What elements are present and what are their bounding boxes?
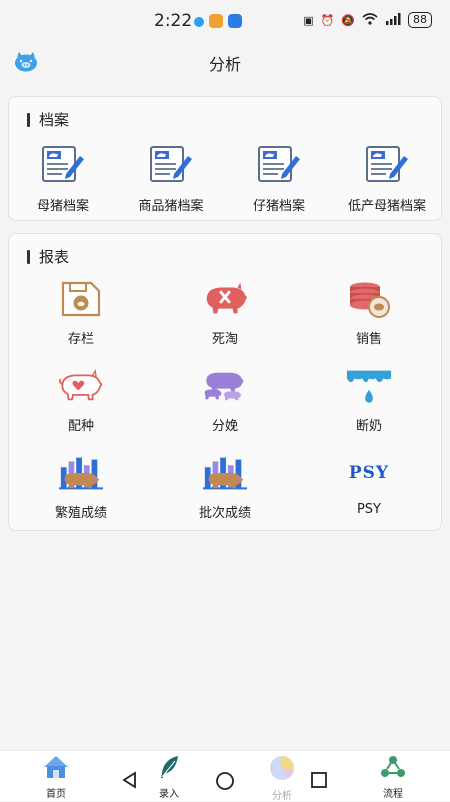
report-row: 存栏 死淘 销售 [9,278,441,347]
report-item-label: 分娩 [211,419,238,434]
weaning-icon [345,365,393,407]
report-item-label: 死淘 [211,332,238,347]
report-item-label: 存栏 [67,332,94,347]
report-section-header: 报表 [27,246,69,267]
process-icon [380,755,406,783]
wifi-icon [362,12,378,28]
sow-file-icon [39,143,87,185]
system-back-icon[interactable] [121,771,139,793]
report-item-batch-performance[interactable]: 批次成绩 [153,452,297,521]
status-icons: ▣ ⏰ 🔕 88 [303,12,432,28]
sales-icon [345,278,393,320]
section-marker [27,249,30,264]
nav-item-analysis[interactable]: 分析 [252,755,312,802]
alarm-icon: ⏰ [320,13,335,27]
report-item-label: 批次成绩 [198,506,251,521]
nav-label: 首页 [46,789,66,800]
home-icon [43,755,69,783]
archive-item-label: 仔猪档案 [252,199,305,214]
batch-performance-icon [201,452,249,494]
archive-section-header: 档案 [27,109,69,130]
pig-logo-icon[interactable] [13,51,39,73]
report-item-psy[interactable]: PSY PSY [297,452,441,521]
report-item-inventory[interactable]: 存栏 [9,278,153,347]
archive-card: 档案 母猪档案 商品猪档案 仔猪档案 低产母猪档案 [8,96,442,221]
piglet-file-icon [255,143,303,185]
archive-section-title: 档案 [39,111,70,129]
status-time: 2:22 [154,11,193,31]
notification-app-icon [209,14,223,28]
notification-app-icon [228,14,242,28]
report-section-title: 报表 [39,248,70,266]
report-row: 繁殖成绩 批次成绩 PSY PSY [9,452,441,521]
feather-icon [156,755,182,783]
report-item-farrowing[interactable]: 分娩 [153,365,297,434]
report-item-label: 断奶 [355,419,382,434]
psy-icon: PSY [345,452,393,494]
bottom-navigation: 首页 录入 分析 流程 [0,750,450,802]
reproduction-performance-icon [57,452,105,494]
archive-item-commercial-pig[interactable]: 商品猪档案 [117,143,225,214]
archive-item-piglet[interactable]: 仔猪档案 [225,143,333,214]
nav-label: 流程 [383,789,403,800]
battery-indicator: 88 [408,12,432,28]
system-home-icon[interactable] [215,771,235,795]
report-row: 配种 分娩 断奶 [9,365,441,434]
report-item-reproduction-performance[interactable]: 繁殖成绩 [9,452,153,521]
report-item-label: 配种 [67,419,94,434]
nav-item-entry[interactable]: 录入 [139,755,199,800]
archive-item-label: 母猪档案 [36,199,89,214]
nav-label: 录入 [159,789,179,800]
section-marker [27,112,30,127]
nav-item-process[interactable]: 流程 [363,755,423,800]
mute-icon: 🔕 [341,13,355,27]
app-bar: 分析 [0,42,450,84]
report-item-label: 繁殖成绩 [54,506,107,521]
status-bar: 2:22 ▣ ⏰ 🔕 88 [0,0,450,42]
system-recents-icon[interactable] [310,771,328,793]
report-item-label: PSY [356,502,381,517]
farrowing-icon [201,365,249,407]
report-item-weaning[interactable]: 断奶 [297,365,441,434]
psy-icon-text: PSY [348,463,390,483]
archive-item-label: 低产母猪档案 [347,199,426,214]
low-yield-sow-file-icon [363,143,411,185]
report-item-label: 销售 [355,332,382,347]
death-cull-icon [201,278,249,320]
commercial-pig-file-icon [147,143,195,185]
notification-app-icon [194,17,204,27]
report-item-death-cull[interactable]: 死淘 [153,278,297,347]
report-item-breeding[interactable]: 配种 [9,365,153,434]
archive-item-sow[interactable]: 母猪档案 [9,143,117,214]
archive-item-label: 商品猪档案 [138,199,204,214]
pie-chart-icon [268,755,296,785]
report-card: 报表 存栏 死淘 销售 配种 分娩 断奶 繁殖成绩 批次成绩 PSY PSY [8,233,442,531]
signal-icon [385,12,401,28]
page-title: 分析 [208,55,241,74]
nfc-icon: ▣ [303,13,314,27]
inventory-icon [57,278,105,320]
breeding-icon [57,365,105,407]
archive-grid: 母猪档案 商品猪档案 仔猪档案 低产母猪档案 [9,143,441,214]
report-item-sales[interactable]: 销售 [297,278,441,347]
archive-item-low-yield-sow[interactable]: 低产母猪档案 [333,143,441,214]
nav-item-home[interactable]: 首页 [26,755,86,800]
